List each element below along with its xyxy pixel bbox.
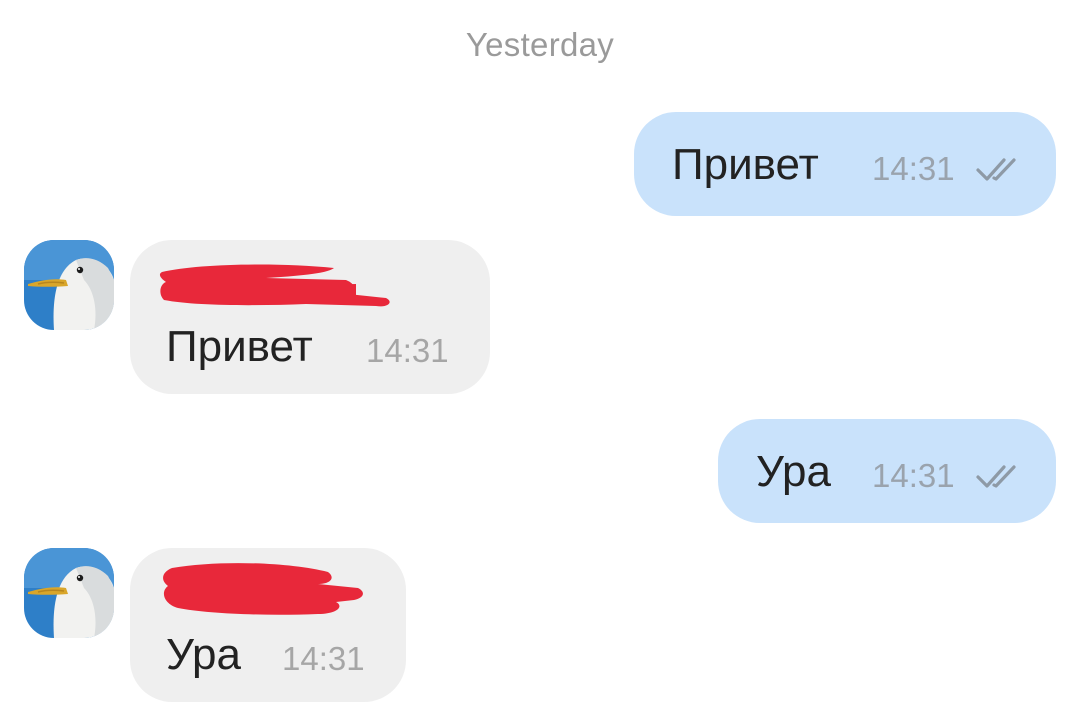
chat-view: Yesterday Привет 14:31 Привет 14:31 Ура … <box>0 0 1080 725</box>
seagull-avatar-icon <box>24 240 114 330</box>
message-time: 14:31 <box>872 150 955 187</box>
message-text: Привет <box>166 322 313 371</box>
redacted-sender-name <box>159 264 390 307</box>
sender-avatar[interactable] <box>24 240 114 330</box>
message-text: Привет <box>672 140 819 189</box>
double-check-icon <box>976 158 1016 181</box>
seagull-avatar-icon <box>24 548 114 638</box>
date-separator: Yesterday <box>465 26 615 63</box>
message-time: 14:31 <box>872 457 955 494</box>
sender-avatar[interactable] <box>24 548 114 638</box>
message-text: Ура <box>756 447 831 496</box>
incoming-message[interactable]: Ура 14:31 <box>130 548 406 702</box>
outgoing-message[interactable]: Ура 14:31 <box>718 419 1056 523</box>
double-check-icon <box>976 465 1016 488</box>
message-time: 14:31 <box>282 640 365 677</box>
message-text: Ура <box>166 630 241 679</box>
incoming-message[interactable]: Привет 14:31 <box>130 240 490 394</box>
outgoing-message[interactable]: Привет 14:31 <box>634 112 1056 216</box>
message-time: 14:31 <box>366 332 449 369</box>
redacted-sender-name <box>163 563 363 615</box>
